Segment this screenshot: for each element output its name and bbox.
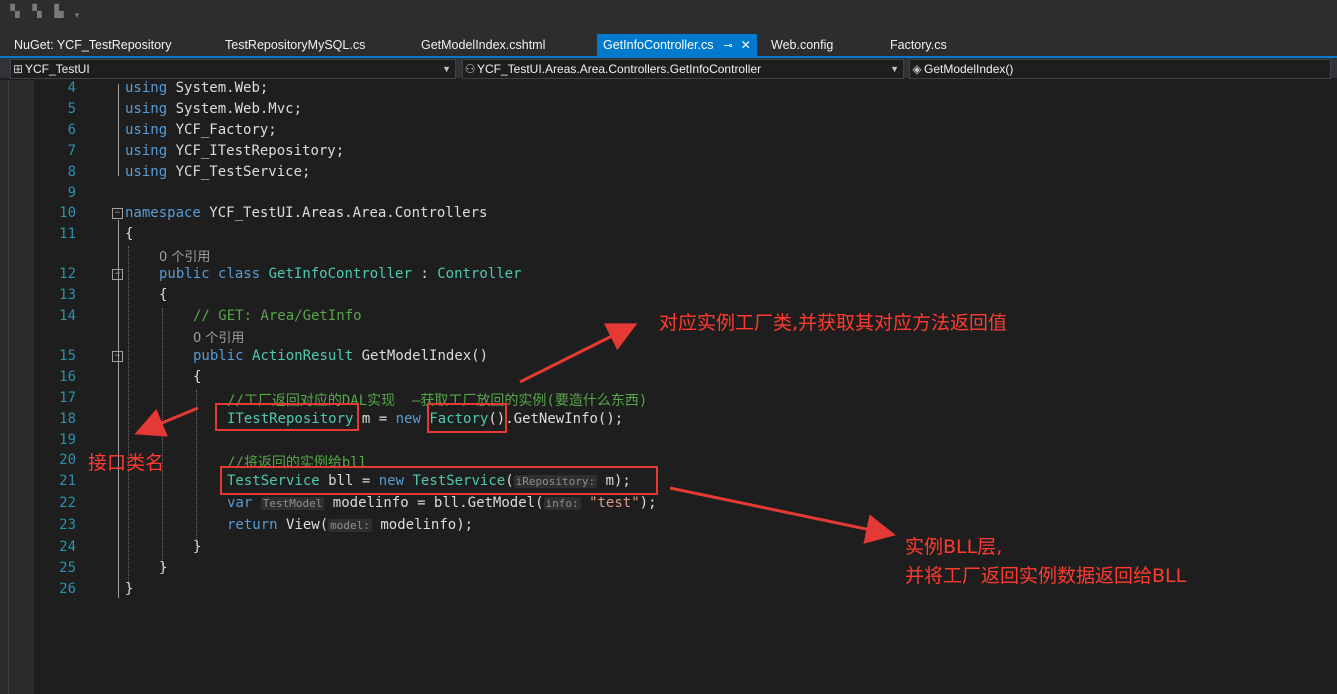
annotation-interface: 接口类名 [88, 452, 165, 474]
annotation-bll-line1: 实例BLL层, [905, 536, 1003, 558]
arrow-bll [669, 486, 896, 544]
annotation-arrows [134, 323, 896, 544]
arrow-factory [519, 323, 638, 384]
arrow-interface [134, 406, 199, 437]
annotation-bll-line2: 并将工厂返回实例数据返回给BLL [905, 565, 1187, 587]
annotation-factory: 对应实例工厂类,并获取其对应方法返回值 [659, 312, 1008, 334]
